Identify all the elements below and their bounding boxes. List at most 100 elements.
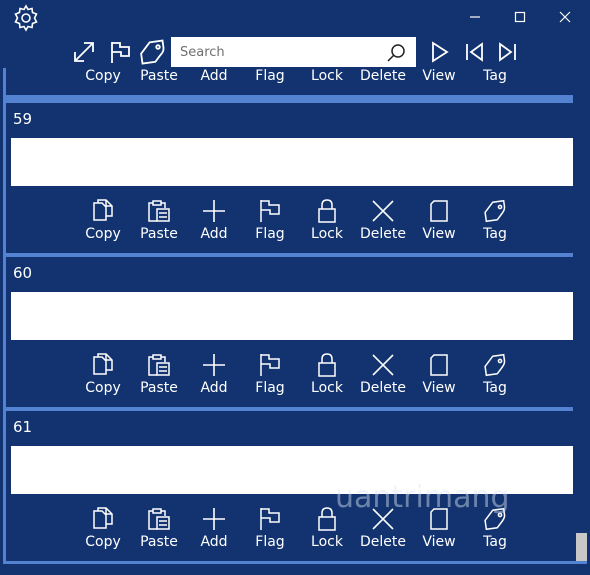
note-text-field[interactable] xyxy=(11,292,579,340)
note-text-field[interactable] xyxy=(11,138,579,186)
maximize-button[interactable] xyxy=(500,4,540,30)
tag-icon xyxy=(483,199,507,223)
last-button[interactable] xyxy=(492,38,524,66)
watermark: uantrimang xyxy=(335,480,510,515)
page-icon xyxy=(427,353,451,377)
lock-icon xyxy=(315,353,339,377)
search-icon[interactable] xyxy=(386,43,406,63)
tag-icon xyxy=(140,39,165,65)
copy-icon xyxy=(91,199,115,223)
action-label: Tag xyxy=(483,380,507,396)
note-card: 60 Copy Paste Add Flag Lock Delete View Tag xyxy=(6,257,579,407)
action-label: View xyxy=(422,534,456,550)
play-button[interactable] xyxy=(423,38,455,66)
search-input[interactable] xyxy=(171,37,376,67)
settings-button[interactable] xyxy=(11,4,41,32)
page-icon xyxy=(427,199,451,223)
add-button[interactable]: Add xyxy=(186,353,242,401)
action-label: Flag xyxy=(255,380,285,396)
note-number: 60 xyxy=(13,264,33,282)
action-label: Tag xyxy=(483,68,507,84)
action-label: Lock xyxy=(311,68,343,84)
view-button[interactable]: View xyxy=(411,199,467,247)
minimize-icon xyxy=(470,16,480,18)
expand-button[interactable] xyxy=(68,38,100,66)
action-label: Paste xyxy=(140,380,178,396)
action-label: Paste xyxy=(140,68,178,84)
flag-button[interactable]: Flag xyxy=(242,68,298,89)
copy-button[interactable]: Copy xyxy=(75,68,131,89)
gear-icon xyxy=(14,4,38,32)
action-label: Tag xyxy=(483,226,507,242)
add-button[interactable]: Add xyxy=(186,199,242,247)
copy-button[interactable]: Copy xyxy=(75,353,131,401)
action-label: Add xyxy=(200,380,228,396)
action-label: Delete xyxy=(360,534,406,550)
flag-button[interactable]: Flag xyxy=(242,507,298,555)
action-label: View xyxy=(422,380,456,396)
bottom-divider xyxy=(3,561,587,564)
note-actions: Copy Paste Add Flag Lock Delete View Tag xyxy=(6,199,573,247)
flag-icon xyxy=(258,507,282,531)
note-card: 59 Copy Paste Add Flag Lock Delete View Tag xyxy=(6,103,579,253)
note-actions: Copy Paste Add Flag Lock Delete View Tag xyxy=(6,353,573,401)
copy-button[interactable]: Copy xyxy=(75,199,131,247)
note-card-previous: Copy Paste Add Flag Lock Delete View Tag xyxy=(6,68,573,95)
action-label: Add xyxy=(200,68,228,84)
note-number: 59 xyxy=(13,110,33,128)
delete-button[interactable]: Delete xyxy=(355,353,411,401)
paste-button[interactable]: Paste xyxy=(131,353,187,401)
view-button[interactable]: View xyxy=(411,68,467,89)
paste-button[interactable]: Paste xyxy=(131,507,187,555)
action-label: Lock xyxy=(311,534,343,550)
plus-icon xyxy=(202,199,226,223)
tag-filter-button[interactable] xyxy=(137,38,169,66)
lock-button[interactable]: Lock xyxy=(299,353,355,401)
first-button[interactable] xyxy=(458,38,490,66)
paste-icon xyxy=(147,353,171,377)
flag-button[interactable]: Flag xyxy=(242,199,298,247)
tag-button[interactable]: Tag xyxy=(467,353,523,401)
action-label: Flag xyxy=(255,534,285,550)
action-label: Tag xyxy=(483,534,507,550)
action-label: Paste xyxy=(140,226,178,242)
scrollbar-track[interactable] xyxy=(573,68,587,561)
play-icon xyxy=(432,41,449,63)
tag-button[interactable]: Tag xyxy=(467,68,523,89)
close-button[interactable] xyxy=(545,4,585,30)
paste-button[interactable]: Paste xyxy=(131,68,187,89)
action-label: Add xyxy=(200,534,228,550)
copy-icon xyxy=(91,507,115,531)
lock-button[interactable]: Lock xyxy=(299,68,355,89)
copy-button[interactable]: Copy xyxy=(75,507,131,555)
delete-button[interactable]: Delete xyxy=(355,68,411,89)
paste-icon xyxy=(147,199,171,223)
add-button[interactable]: Add xyxy=(186,68,242,89)
action-label: Delete xyxy=(360,380,406,396)
flag-filter-button[interactable] xyxy=(104,38,136,66)
tag-button[interactable]: Tag xyxy=(467,199,523,247)
scrollbar-thumb[interactable] xyxy=(576,533,587,561)
action-label: Copy xyxy=(85,68,121,84)
search-box[interactable] xyxy=(171,37,416,67)
action-label: Paste xyxy=(140,534,178,550)
action-label: View xyxy=(422,226,456,242)
close-icon xyxy=(371,199,395,223)
note-actions: Copy Paste Add Flag Lock Delete View Tag xyxy=(6,68,573,89)
close-icon xyxy=(371,353,395,377)
paste-button[interactable]: Paste xyxy=(131,199,187,247)
flag-button[interactable]: Flag xyxy=(242,353,298,401)
expand-icon xyxy=(74,42,94,62)
minimize-button[interactable] xyxy=(455,4,495,30)
tag-icon xyxy=(483,353,507,377)
action-label: Lock xyxy=(311,226,343,242)
action-label: Lock xyxy=(311,380,343,396)
skip-to-last-icon xyxy=(499,42,516,62)
flag-icon xyxy=(258,199,282,223)
flag-icon xyxy=(111,42,130,63)
view-button[interactable]: View xyxy=(411,353,467,401)
add-button[interactable]: Add xyxy=(186,507,242,555)
note-number: 61 xyxy=(13,418,33,436)
lock-button[interactable]: Lock xyxy=(299,199,355,247)
delete-button[interactable]: Delete xyxy=(355,199,411,247)
